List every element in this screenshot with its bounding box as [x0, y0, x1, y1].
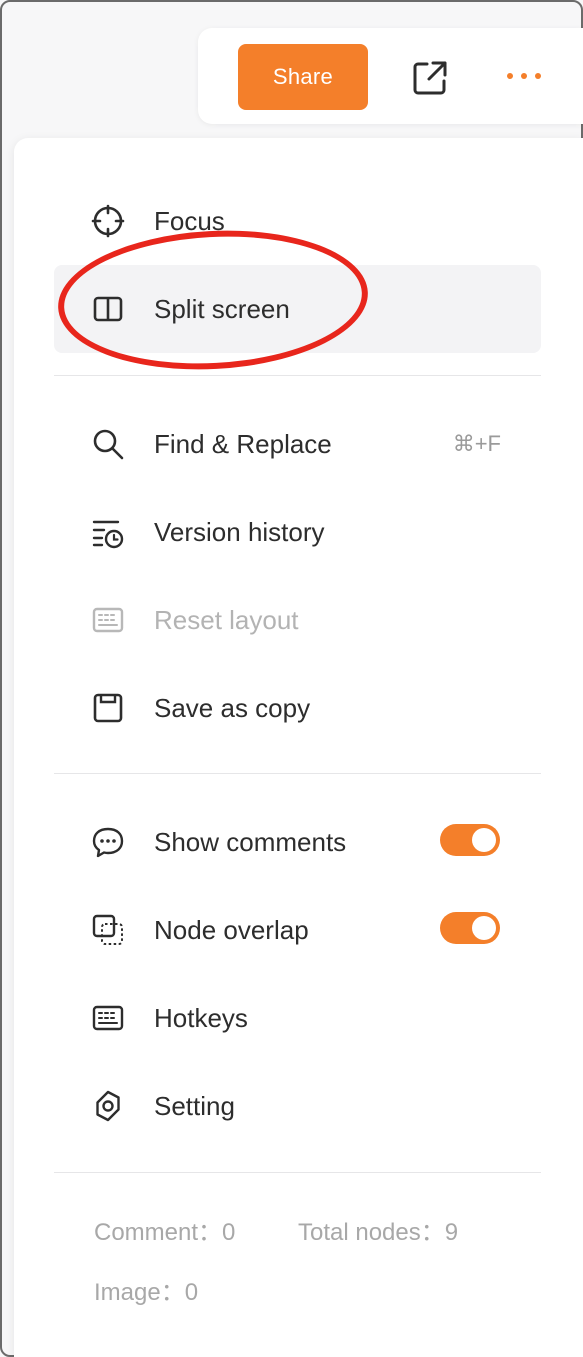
- menu-label: Save as copy: [154, 692, 311, 723]
- menu-label: Find & Replace: [154, 428, 332, 459]
- menu-label: Node overlap: [154, 914, 309, 945]
- menu-item-setting[interactable]: Setting: [54, 1062, 541, 1150]
- menu-divider: [54, 1172, 541, 1173]
- more-menu: Focus Split screen Find & Replace ⌘+F Ve…: [14, 138, 583, 1357]
- open-external-icon[interactable]: [410, 58, 450, 98]
- menu-label: Split screen: [154, 293, 290, 324]
- menu-divider: [54, 375, 541, 376]
- search-icon: [90, 426, 126, 462]
- menu-divider: [54, 773, 541, 774]
- image-count: Image：0: [94, 1279, 199, 1306]
- menu-item-find-replace[interactable]: Find & Replace ⌘+F: [54, 400, 541, 488]
- gear-icon: [90, 1088, 126, 1124]
- show-comments-toggle[interactable]: [440, 824, 500, 856]
- menu-item-save-as-copy[interactable]: Save as copy: [54, 664, 541, 752]
- crosshair-icon: [90, 203, 126, 239]
- menu-label: Setting: [154, 1090, 235, 1121]
- node-overlap-toggle[interactable]: [440, 912, 500, 944]
- version-history-icon: [90, 514, 126, 550]
- comment-icon: [90, 824, 126, 860]
- menu-item-hotkeys[interactable]: Hotkeys: [54, 974, 541, 1062]
- menu-label: Hotkeys: [154, 1002, 248, 1033]
- menu-label: Show comments: [154, 826, 347, 857]
- comment-count: Comment：0: [94, 1219, 236, 1246]
- save-icon: [90, 690, 126, 726]
- shortcut-hint: ⌘+F: [452, 431, 501, 456]
- total-nodes-count: Total nodes：9: [298, 1219, 459, 1246]
- node-overlap-icon: [90, 912, 126, 948]
- keyboard-icon: [90, 1000, 126, 1036]
- menu-item-reset-layout: Reset layout: [54, 576, 541, 664]
- split-screen-icon: [90, 291, 126, 327]
- more-icon[interactable]: [504, 68, 544, 84]
- menu-item-focus[interactable]: Focus: [54, 177, 541, 265]
- menu-item-show-comments[interactable]: Show comments: [54, 798, 541, 886]
- layout-grid-icon: [90, 602, 126, 638]
- menu-label: Focus: [154, 205, 225, 236]
- menu-item-node-overlap[interactable]: Node overlap: [54, 886, 541, 974]
- menu-label: Reset layout: [154, 604, 299, 635]
- menu-label: Version history: [154, 516, 325, 547]
- top-toolbar: Share: [198, 28, 583, 124]
- share-button[interactable]: Share: [238, 44, 368, 110]
- menu-item-version-history[interactable]: Version history: [54, 488, 541, 576]
- menu-item-split-screen[interactable]: Split screen: [54, 265, 541, 353]
